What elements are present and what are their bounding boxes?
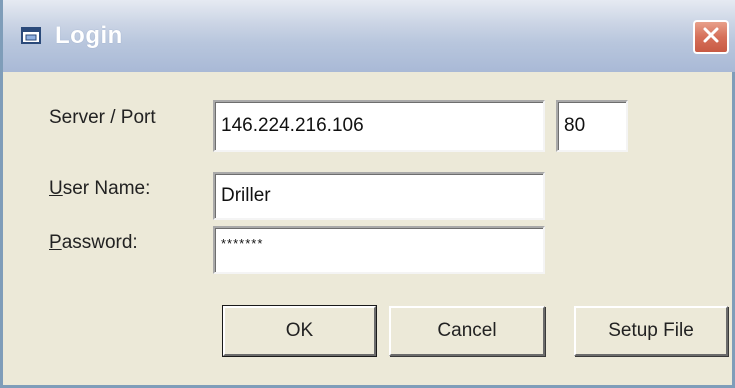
window-icon [21, 26, 43, 46]
username-label: User Name: [49, 178, 150, 200]
title-bar[interactable]: Login [3, 0, 735, 72]
server-address-input[interactable]: 146.224.216.106 [213, 100, 545, 152]
port-input[interactable]: 80 [556, 100, 628, 152]
password-label-accesskey: P [49, 232, 62, 253]
username-label-text: ser Name: [62, 178, 151, 199]
username-label-accesskey: U [49, 178, 63, 199]
password-label: Password: [49, 232, 138, 254]
close-button[interactable] [693, 20, 729, 54]
ok-button[interactable]: OK [222, 305, 377, 357]
cancel-button[interactable]: Cancel [389, 306, 545, 356]
close-icon [701, 25, 721, 50]
window-title: Login [55, 22, 123, 49]
server-port-label: Server / Port [49, 107, 156, 128]
username-input[interactable]: Driller [213, 172, 545, 220]
password-input[interactable]: ******* [213, 226, 545, 274]
password-label-text: assword: [61, 232, 138, 253]
setup-file-button[interactable]: Setup File [574, 306, 728, 356]
login-dialog: Login Server / Port 146.224.216.106 80 U… [0, 0, 735, 388]
